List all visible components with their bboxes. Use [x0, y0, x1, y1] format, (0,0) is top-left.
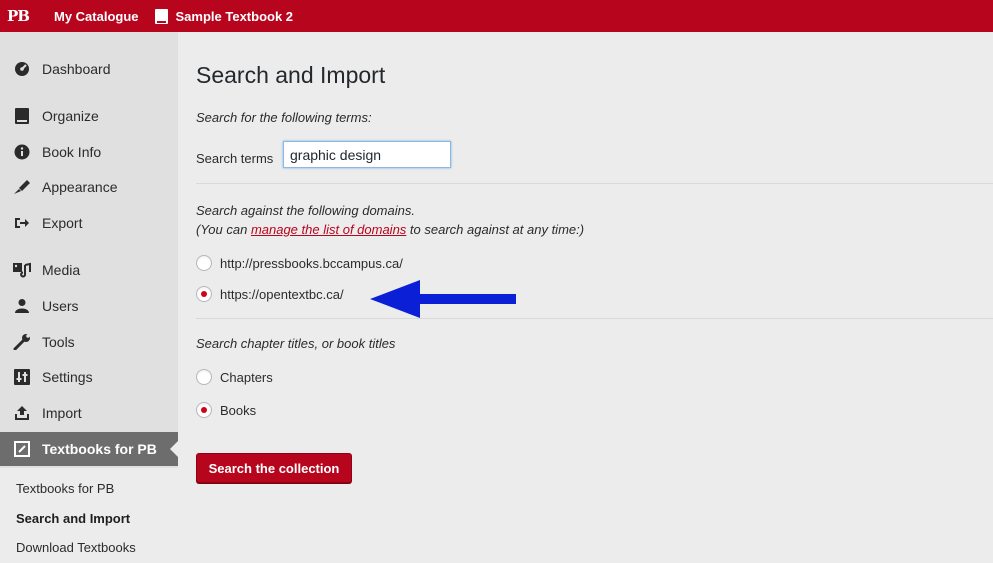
book-icon — [154, 8, 168, 24]
domain-option-opentextbc[interactable]: https://opentextbc.ca/ — [196, 286, 344, 302]
submenu-item-download-textbooks[interactable]: Download Textbooks — [16, 540, 136, 555]
sidebar-item-label: Textbooks for PB — [42, 441, 157, 457]
section-divider — [196, 183, 993, 184]
domains-instruction: Search against the following domains. — [196, 203, 415, 218]
scope-label: Chapters — [220, 369, 273, 385]
sidebar-item-label: Tools — [42, 334, 75, 350]
scope-label: Books — [220, 402, 257, 418]
terms-instruction: Search for the following terms: — [196, 110, 372, 125]
book-title-link[interactable]: Sample Textbook 2 — [147, 0, 302, 32]
domain-radio[interactable] — [196, 255, 212, 271]
search-collection-button[interactable]: Search the collection — [196, 453, 352, 483]
sidebar-item-dashboard[interactable]: Dashboard — [0, 52, 178, 86]
dashboard-icon — [12, 59, 32, 79]
sidebar-item-export[interactable]: Export — [0, 206, 178, 240]
sidebar-item-settings[interactable]: Settings — [0, 360, 178, 394]
note-prefix: (You can — [196, 222, 251, 237]
wrench-icon — [12, 332, 32, 352]
domain-label: https://opentextbc.ca/ — [220, 286, 344, 302]
page-title: Search and Import — [196, 62, 386, 88]
sidebar-item-label: Dashboard — [42, 61, 111, 77]
main-content: Search and Import Search for the followi… — [178, 32, 993, 563]
sidebar-item-label: Organize — [42, 108, 99, 124]
domain-label: http://pressbooks.bccampus.ca/ — [220, 255, 403, 271]
annotation-arrow-icon — [370, 280, 516, 318]
media-icon — [12, 260, 32, 280]
scope-option-chapters[interactable]: Chapters — [196, 369, 273, 385]
export-icon — [12, 213, 32, 233]
scope-radio[interactable] — [196, 369, 212, 385]
domains-instruction-note: (You can manage the list of domains to s… — [196, 222, 584, 237]
book-title-label: Sample Textbook 2 — [175, 8, 294, 24]
sidebar-item-users[interactable]: Users — [0, 289, 178, 323]
search-terms-label: Search terms — [196, 151, 274, 166]
sidebar-submenu: Textbooks for PB Search and Import Downl… — [0, 468, 178, 563]
sidebar-item-import[interactable]: Import — [0, 396, 178, 430]
my-catalogue-link[interactable]: My Catalogue — [46, 0, 147, 32]
scope-radio[interactable] — [196, 402, 212, 418]
sidebar-item-label: Media — [42, 262, 81, 278]
sidebar-item-label: Import — [42, 405, 82, 421]
sidebar-item-label: Export — [42, 215, 83, 231]
domain-radio[interactable] — [196, 286, 212, 302]
sidebar-item-appearance[interactable]: Appearance — [0, 170, 178, 204]
scope-instruction: Search chapter titles, or book titles — [196, 336, 396, 351]
pressbooks-logo[interactable]: PB — [4, 0, 32, 32]
sidebar-item-label: Users — [42, 298, 79, 314]
sidebar-item-organize[interactable]: Organize — [0, 99, 178, 133]
sidebar-item-label: Book Info — [42, 144, 102, 160]
manage-domains-link[interactable]: manage the list of domains — [251, 222, 406, 237]
sidebar-item-label: Settings — [42, 369, 93, 385]
sidebar-item-textbooks-for-pb[interactable]: Textbooks for PB — [0, 432, 178, 466]
section-divider — [196, 318, 993, 319]
import-icon — [12, 403, 32, 423]
info-icon — [12, 142, 32, 162]
note-suffix: to search against at any time:) — [406, 222, 585, 237]
submenu-item-search-and-import[interactable]: Search and Import — [16, 511, 130, 526]
submenu-item-textbooks-for-pb[interactable]: Textbooks for PB — [16, 481, 114, 496]
admin-bar: PB My Catalogue Sample Textbook 2 — [0, 0, 993, 32]
user-icon — [12, 296, 32, 316]
sidebar-item-label: Appearance — [42, 179, 118, 195]
admin-sidebar: Dashboard Organize Book Info Appearance … — [0, 32, 178, 563]
sidebar-item-tools[interactable]: Tools — [0, 325, 178, 359]
search-terms-input[interactable] — [283, 141, 451, 168]
domain-option-pressbooks[interactable]: http://pressbooks.bccampus.ca/ — [196, 255, 403, 271]
sidebar-item-media[interactable]: Media — [0, 253, 178, 287]
brush-icon — [12, 177, 32, 197]
textbooks-icon — [12, 439, 32, 459]
settings-icon — [12, 367, 32, 387]
sidebar-item-book-info[interactable]: Book Info — [0, 135, 178, 169]
book-icon — [12, 106, 32, 126]
scope-option-books[interactable]: Books — [196, 402, 256, 418]
